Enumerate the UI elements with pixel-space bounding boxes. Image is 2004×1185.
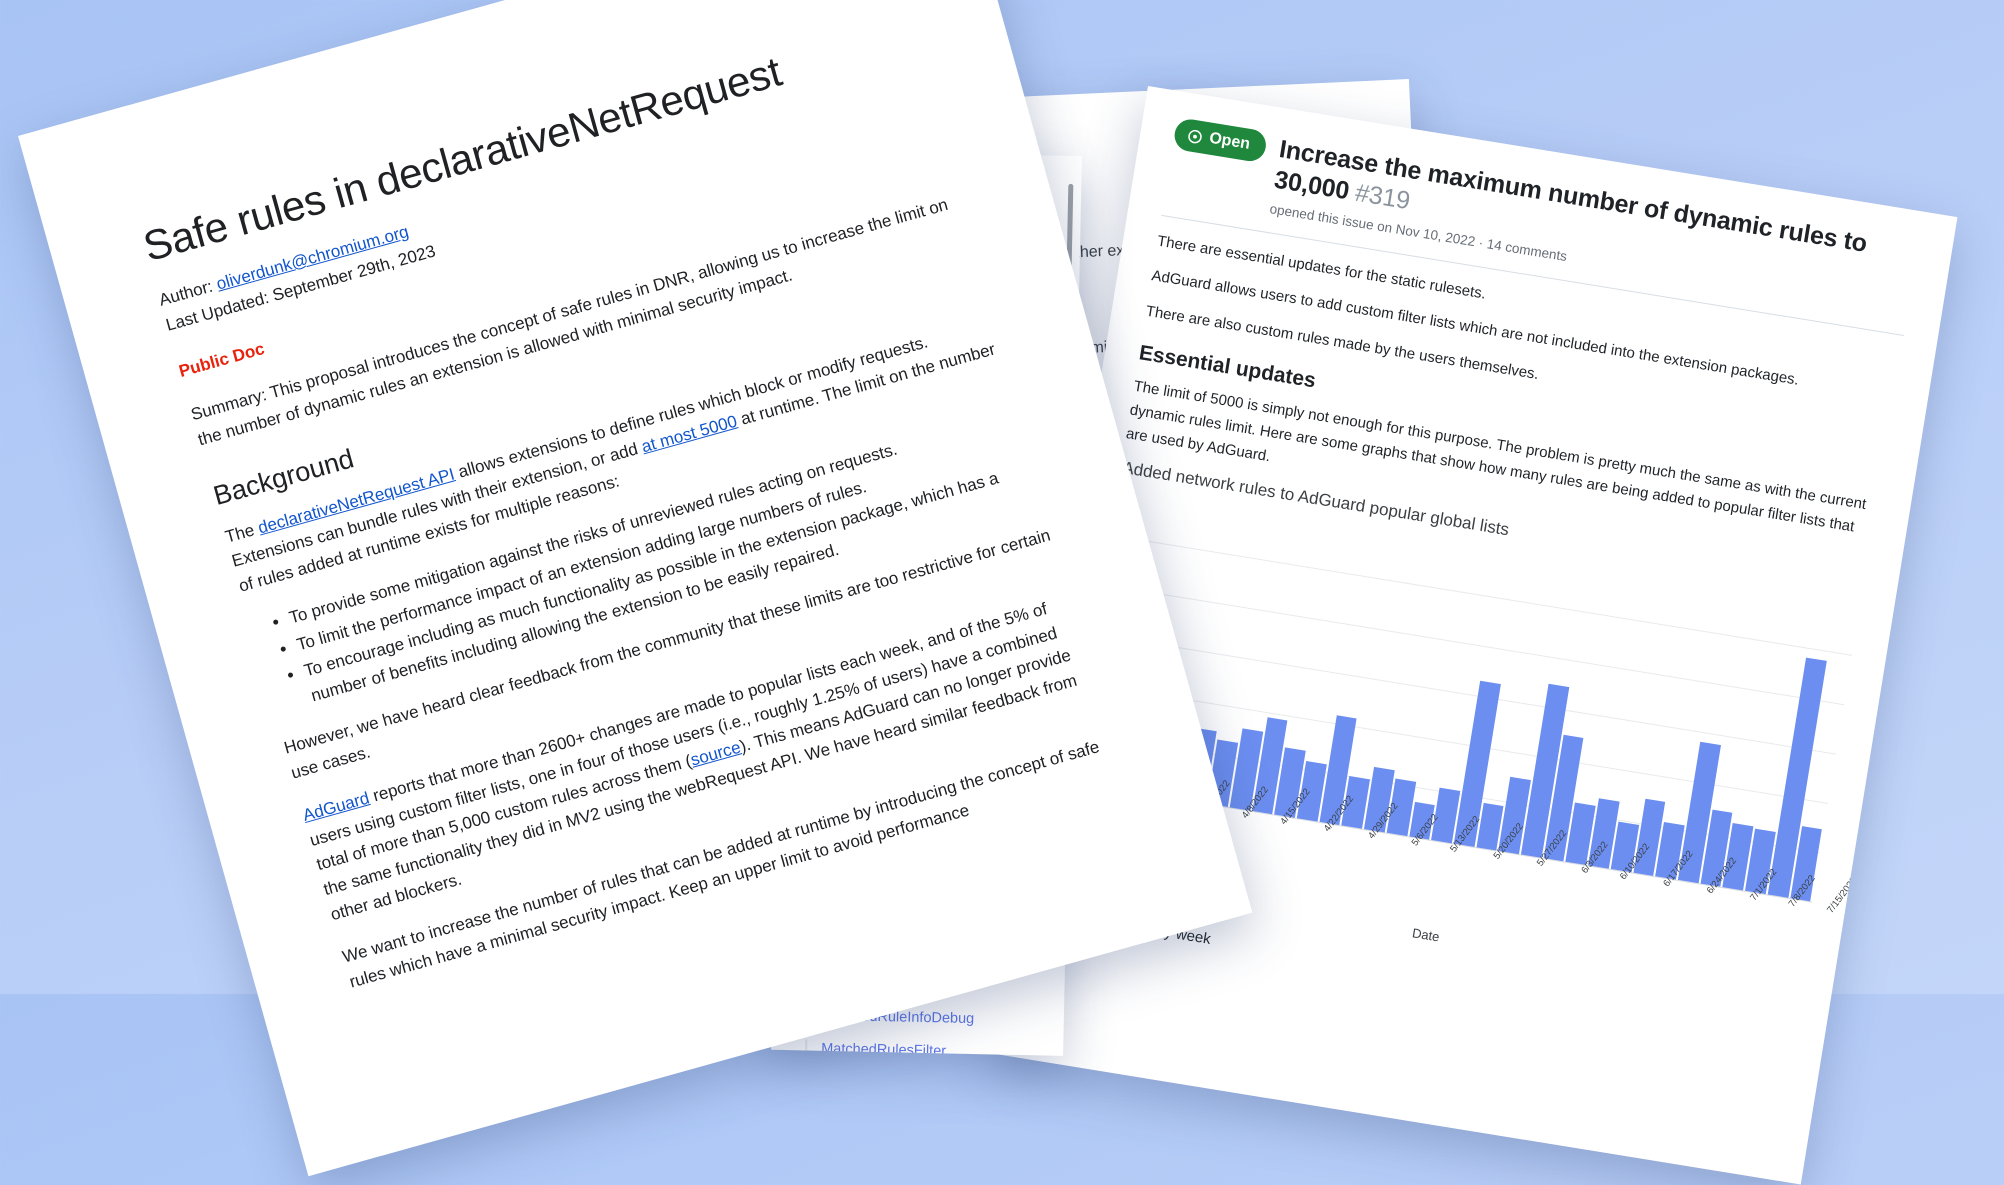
toc-item: MatchedRulesFilter [804, 1039, 1046, 1056]
chart-x-tick-label: 8/5/2022 [1957, 900, 1958, 1000]
toc-link-matchedrulesfilter[interactable]: MatchedRulesFilter [821, 1039, 1045, 1055]
chart-x-tick-label: 7/29/2022 [1912, 889, 1948, 930]
issue-state-label: Open [1208, 129, 1252, 153]
chart-x-tick-label: 7/15/2022 [1825, 875, 1860, 916]
chart-x-tick-label: 7/22/2022 [1869, 882, 1904, 923]
bg-pre: The [222, 518, 261, 547]
issue-opened-icon [1188, 129, 1202, 143]
issue-state-badge: Open [1172, 117, 1269, 164]
issue-number: #319 [1353, 178, 1412, 215]
